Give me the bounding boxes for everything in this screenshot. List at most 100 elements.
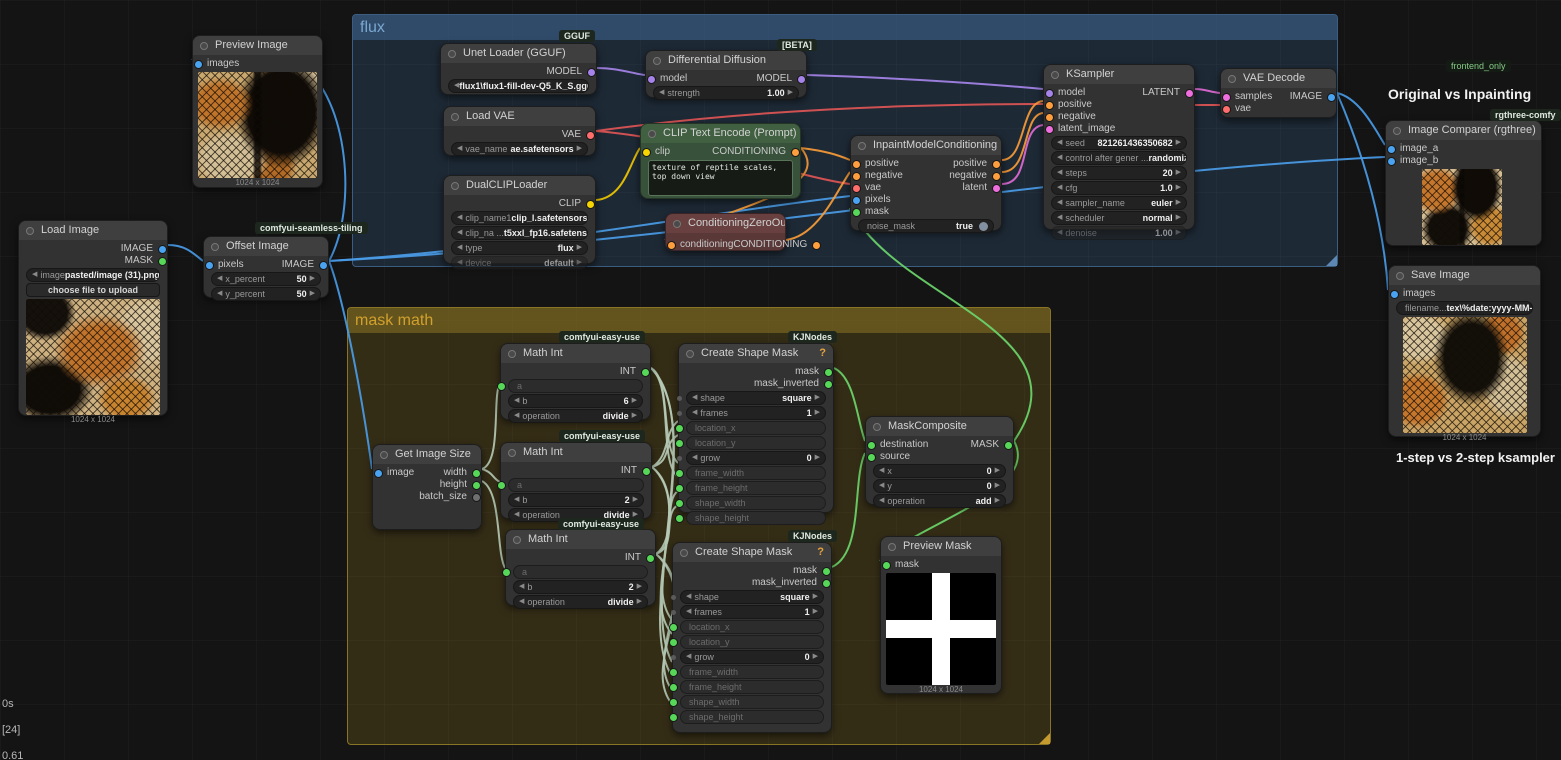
node-create-shape-mask-1[interactable]: Create Shape Mask? mask mask_inverted sh… (678, 343, 834, 513)
node-inpaint-model-conditioning[interactable]: InpaintModelConditioning positivepositiv… (850, 135, 1002, 231)
stepper-left-icon[interactable] (1057, 152, 1062, 164)
collapse-dot[interactable] (873, 423, 881, 431)
node-titlebar[interactable]: Save Image (1389, 266, 1540, 285)
node-titlebar[interactable]: Preview Mask (881, 537, 1001, 556)
stepper-right-icon[interactable] (1176, 227, 1181, 239)
stepper-right-icon[interactable] (995, 465, 1000, 477)
stepper-left-icon[interactable] (514, 494, 519, 506)
widget-seed[interactable]: seed821261436350682 (1051, 136, 1187, 150)
stepper-left-icon[interactable] (1057, 197, 1062, 209)
collapse-dot[interactable] (680, 549, 688, 557)
input-latent-image[interactable]: latent_image (1058, 123, 1115, 135)
node-preview-image[interactable]: Preview Image images 1024 x 1024 (192, 35, 323, 188)
output-int[interactable]: INT (625, 552, 641, 564)
node-load-image[interactable]: Load Image IMAGE MASK imagepasted/image … (18, 220, 168, 416)
stepper-right-icon[interactable] (637, 596, 642, 608)
node-titlebar[interactable]: DualCLIPLoader (444, 176, 595, 195)
widget-input-location-y[interactable]: location_y (686, 436, 826, 450)
stepper-left-icon[interactable] (514, 395, 519, 407)
input-image[interactable]: image (387, 467, 414, 479)
output-clip[interactable]: CLIP (559, 198, 581, 210)
output-negative[interactable]: negative (949, 170, 987, 182)
stepper-left-icon[interactable] (1057, 167, 1062, 179)
toggle-knob-icon[interactable] (979, 222, 988, 231)
stepper-right-icon[interactable] (577, 143, 582, 155)
input-positive[interactable]: positive (1058, 99, 1092, 111)
comparer-image[interactable] (1422, 169, 1502, 245)
stepper-right-icon[interactable] (995, 495, 1000, 507)
output-vae[interactable]: VAE (562, 129, 581, 141)
prompt-textarea[interactable]: texture of reptile scales, top down view (648, 160, 793, 196)
output-model[interactable]: MODEL (756, 73, 792, 85)
upload-button[interactable]: choose file to upload (26, 283, 160, 297)
node-titlebar[interactable]: CLIP Text Encode (Prompt) (641, 124, 800, 143)
widget-input-shape-width[interactable]: shape_width (680, 695, 824, 709)
collapse-dot[interactable] (211, 243, 219, 251)
widget-input-a[interactable]: a (508, 379, 643, 393)
widget-frames[interactable]: frames1 (680, 605, 824, 619)
collapse-dot[interactable] (1393, 127, 1401, 135)
widget-b[interactable]: b6 (508, 394, 643, 408)
widget-denoise[interactable]: denoise1.00 (1051, 226, 1187, 240)
stepper-left-icon[interactable] (686, 606, 691, 618)
collapse-dot[interactable] (26, 227, 34, 235)
output-conditioning[interactable]: CONDITIONING (733, 239, 807, 251)
stepper-left-icon[interactable] (1057, 212, 1062, 224)
stepper-left-icon[interactable] (514, 410, 519, 422)
input-image-b[interactable]: image_b (1400, 155, 1438, 167)
input-mask[interactable]: mask (865, 206, 889, 218)
stepper-right-icon[interactable] (815, 452, 820, 464)
node-titlebar[interactable]: ConditioningZeroOut (666, 214, 785, 233)
node-image-comparer[interactable]: Image Comparer (rgthree) image_a image_b (1385, 120, 1542, 246)
widget-x[interactable]: x0 (873, 464, 1006, 478)
stepper-left-icon[interactable] (514, 509, 519, 521)
node-mask-composite[interactable]: MaskComposite destinationMASK source x0 … (865, 416, 1014, 505)
stepper-right-icon[interactable] (1176, 197, 1181, 209)
stepper-left-icon[interactable] (692, 392, 697, 404)
input-conditioning[interactable]: conditioning (680, 239, 733, 251)
collapse-dot[interactable] (1051, 71, 1059, 79)
stepper-right-icon[interactable] (1176, 137, 1181, 149)
stepper-right-icon[interactable] (995, 480, 1000, 492)
node-titlebar[interactable]: Unet Loader (GGUF) (441, 44, 596, 63)
widget-input-frame-width[interactable]: frame_width (686, 466, 826, 480)
widget-input-shape-height[interactable]: shape_height (680, 710, 824, 724)
output-mask[interactable]: mask (793, 565, 817, 577)
output-conditioning[interactable]: CONDITIONING (712, 146, 786, 158)
stepper-left-icon[interactable] (692, 452, 697, 464)
widget-image-combo[interactable]: imagepasted/image (31).png (26, 268, 160, 282)
input-vae[interactable]: vae (1235, 103, 1251, 115)
node-titlebar[interactable]: Math Int (501, 344, 650, 363)
output-mask-inverted[interactable]: mask_inverted (754, 378, 819, 390)
widget-strength[interactable]: strength1.00 (653, 86, 799, 100)
stepper-right-icon[interactable] (577, 242, 582, 254)
stepper-right-icon[interactable] (813, 591, 818, 603)
node-titlebar[interactable]: Preview Image (193, 36, 322, 55)
input-vae[interactable]: vae (865, 182, 881, 194)
stepper-left-icon[interactable] (217, 288, 222, 300)
collapse-dot[interactable] (508, 350, 516, 358)
stepper-left-icon[interactable] (692, 407, 697, 419)
input-model[interactable]: model (660, 73, 687, 85)
widget-unet-name[interactable]: flux1\flux1-fill-dev-Q5_K_S.gguf (448, 79, 589, 93)
widget-b[interactable]: b2 (508, 493, 644, 507)
stepper-left-icon[interactable] (686, 591, 691, 603)
collapse-dot[interactable] (653, 57, 661, 65)
input-mask[interactable]: mask (895, 559, 919, 571)
stepper-left-icon[interactable] (659, 87, 664, 99)
collapse-dot[interactable] (1396, 272, 1404, 280)
input-pixels[interactable]: pixels (865, 194, 891, 206)
widget-b[interactable]: b2 (513, 580, 648, 594)
stepper-left-icon[interactable] (457, 212, 462, 224)
input-image-a[interactable]: image_a (1400, 143, 1438, 155)
stepper-right-icon[interactable] (310, 273, 315, 285)
stepper-right-icon[interactable] (815, 407, 820, 419)
output-mask[interactable]: MASK (971, 439, 999, 451)
widget-type[interactable]: typeflux (451, 241, 588, 255)
widget-grow[interactable]: grow0 (686, 451, 826, 465)
collapse-dot[interactable] (380, 451, 388, 459)
output-model[interactable]: MODEL (546, 66, 582, 78)
widget-input-a[interactable]: a (513, 565, 648, 579)
node-titlebar[interactable]: MaskComposite (866, 417, 1013, 436)
node-unet-loader-gguf[interactable]: Unet Loader (GGUF) MODEL flux1\flux1-fil… (440, 43, 597, 95)
